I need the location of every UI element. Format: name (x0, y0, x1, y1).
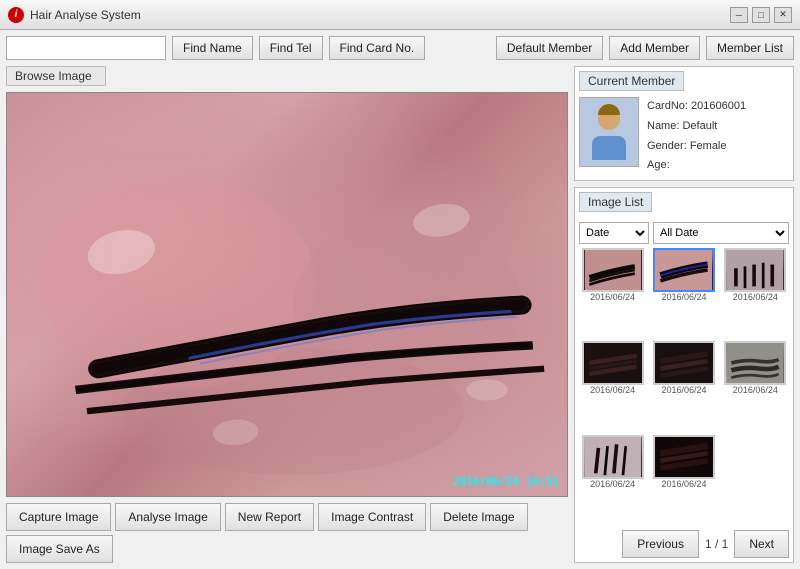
body-area: Browse Image (6, 66, 794, 563)
capture-image-button[interactable]: Capture Image (6, 503, 111, 531)
browse-label: Browse Image (6, 66, 106, 86)
avatar-figure (592, 104, 626, 160)
thumbnail-date-7: 2016/06/24 (590, 479, 635, 489)
thumbnail-item-7[interactable]: 2016/06/24 (579, 435, 646, 524)
thumbnail-item-3[interactable]: 2016/06/24 (722, 248, 789, 337)
next-button[interactable]: Next (734, 530, 789, 558)
image-contrast-button[interactable]: Image Contrast (318, 503, 426, 531)
member-info: CardNo: 201606001 Name: Default Gender: … (579, 97, 789, 176)
previous-button[interactable]: Previous (622, 530, 699, 558)
image-timestamp: 2016/06/24 19:51 (453, 475, 559, 488)
thumbnail-item-6[interactable]: 2016/06/24 (722, 341, 789, 430)
thumbnail-image-3[interactable] (724, 248, 786, 292)
app-icon: i (8, 7, 24, 23)
avatar-body (592, 136, 626, 160)
right-panel: Current Member (574, 66, 794, 563)
thumbnail-item-8[interactable]: 2016/06/24 (650, 435, 717, 524)
action-bar: Capture Image Analyse Image New Report I… (6, 503, 568, 563)
image-save-as-button[interactable]: Image Save As (6, 535, 113, 563)
all-date-filter-select[interactable]: All Date (653, 222, 789, 244)
thumbnail-item-2[interactable]: 2016/06/24 (650, 248, 717, 337)
gender-value: Female (690, 140, 727, 152)
analyse-image-button[interactable]: Analyse Image (115, 503, 220, 531)
delete-image-button[interactable]: Delete Image (430, 503, 527, 531)
date-filter-select[interactable]: Date (579, 222, 649, 244)
find-card-no-button[interactable]: Find Card No. (329, 36, 426, 60)
new-report-button[interactable]: New Report (225, 503, 314, 531)
hair-overlay (7, 93, 567, 496)
avatar-hair (598, 104, 620, 115)
thumbnail-grid: 2016/06/24 2016/06/24 (579, 248, 789, 524)
thumbnail-image-8[interactable] (653, 435, 715, 479)
thumbnail-image-7[interactable] (582, 435, 644, 479)
thumbnail-image-2[interactable] (653, 248, 715, 292)
name-value: Default (682, 120, 717, 132)
thumbnail-item-5[interactable]: 2016/06/24 (650, 341, 717, 430)
find-tel-button[interactable]: Find Tel (259, 36, 323, 60)
thumbnail-date-5: 2016/06/24 (661, 385, 706, 395)
image-area: 2016/06/24 19:51 (6, 92, 568, 497)
member-section: Current Member (574, 66, 794, 181)
thumbnail-date-1: 2016/06/24 (590, 292, 635, 302)
thumbnail-image-5[interactable] (653, 341, 715, 385)
close-button[interactable]: ✕ (774, 7, 792, 23)
card-no-value: 201606001 (691, 100, 746, 112)
app-title: Hair Analyse System (30, 8, 141, 22)
toolbar: Find Name Find Tel Find Card No. Default… (6, 36, 794, 60)
browse-label-container: Browse Image (6, 66, 568, 86)
gender-label: Gender: (647, 140, 687, 152)
avatar-head-wrap (598, 104, 620, 126)
restore-button[interactable]: □ (752, 7, 770, 23)
thumbnail-date-8: 2016/06/24 (661, 479, 706, 489)
filter-row: Date All Date (579, 222, 789, 244)
pagination: Previous 1 / 1 Next (579, 528, 789, 558)
name-label: Name: (647, 120, 679, 132)
hair-canvas: 2016/06/24 19:51 (7, 93, 567, 496)
add-member-button[interactable]: Add Member (609, 36, 700, 60)
find-name-button[interactable]: Find Name (172, 36, 253, 60)
thumbnail-date-6: 2016/06/24 (733, 385, 778, 395)
left-panel: Browse Image (6, 66, 568, 563)
title-bar: i Hair Analyse System ─ □ ✕ (0, 0, 800, 30)
image-list-section: Image List Date All Date (574, 187, 794, 563)
member-list-button[interactable]: Member List (706, 36, 794, 60)
thumbnail-date-3: 2016/06/24 (733, 292, 778, 302)
member-avatar (579, 97, 639, 167)
thumbnail-date-4: 2016/06/24 (590, 385, 635, 395)
current-member-label: Current Member (579, 71, 684, 91)
age-label: Age: (647, 159, 670, 171)
window-controls: ─ □ ✕ (730, 7, 792, 23)
member-details: CardNo: 201606001 Name: Default Gender: … (647, 97, 746, 176)
thumbnail-image-1[interactable] (582, 248, 644, 292)
search-input[interactable] (6, 36, 166, 60)
name-row: Name: Default (647, 117, 746, 137)
thumbnail-item-1[interactable]: 2016/06/24 (579, 248, 646, 337)
image-list-label: Image List (579, 192, 652, 212)
default-member-button[interactable]: Default Member (496, 36, 603, 60)
main-content: Find Name Find Tel Find Card No. Default… (0, 30, 800, 569)
title-bar-left: i Hair Analyse System (8, 7, 141, 23)
card-no-row: CardNo: 201606001 (647, 97, 746, 117)
page-info: 1 / 1 (705, 537, 728, 551)
age-row: Age: (647, 156, 746, 176)
thumbnail-date-2: 2016/06/24 (661, 292, 706, 302)
card-no-label: CardNo: (647, 100, 688, 112)
minimize-button[interactable]: ─ (730, 7, 748, 23)
thumbnail-image-4[interactable] (582, 341, 644, 385)
thumbnail-item-4[interactable]: 2016/06/24 (579, 341, 646, 430)
thumbnail-image-6[interactable] (724, 341, 786, 385)
gender-row: Gender: Female (647, 137, 746, 157)
